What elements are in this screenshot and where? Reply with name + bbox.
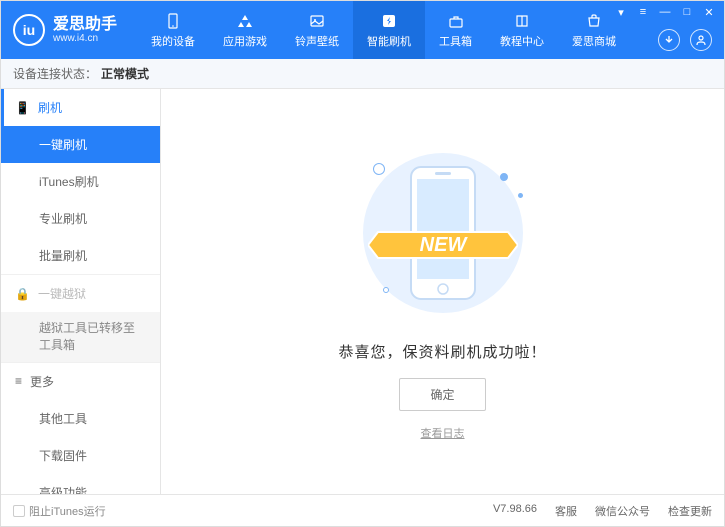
tab-ringtone-wallpaper[interactable]: 铃声壁纸 xyxy=(281,1,353,59)
close-icon[interactable]: ✕ xyxy=(702,5,716,19)
new-badge-icon: NEW xyxy=(368,222,518,268)
tab-tutorial[interactable]: 教程中心 xyxy=(486,1,558,59)
tab-toolbox[interactable]: 工具箱 xyxy=(425,1,486,59)
sidebar-item-itunes-flash[interactable]: iTunes刷机 xyxy=(1,163,160,200)
image-icon xyxy=(308,12,326,30)
logo-icon: iu xyxy=(13,14,45,46)
logo-area: iu 爱思助手 www.i4.cn xyxy=(13,14,117,46)
minimize-icon[interactable]: — xyxy=(658,5,672,19)
tab-my-device[interactable]: 我的设备 xyxy=(137,1,209,59)
confirm-button[interactable]: 确定 xyxy=(399,378,485,411)
bottom-bar: 阻止iTunes运行 V7.98.66 客服 微信公众号 检查更新 xyxy=(1,494,724,526)
flash-icon xyxy=(380,12,398,30)
sidebar: 📱 刷机 一键刷机 iTunes刷机 专业刷机 批量刷机 🔒 一键越狱 越狱工具… xyxy=(1,89,161,494)
status-bar: 设备连接状态： 正常模式 xyxy=(1,59,724,89)
sidebar-group-more[interactable]: ≡ 更多 xyxy=(1,363,160,400)
download-icon[interactable] xyxy=(658,29,680,51)
phone-small-icon: 📱 xyxy=(15,101,30,115)
toolbox-icon xyxy=(447,12,465,30)
apps-icon xyxy=(236,12,254,30)
app-url: www.i4.cn xyxy=(53,33,117,44)
status-label: 设备连接状态： xyxy=(13,65,97,82)
sidebar-item-other-tools[interactable]: 其他工具 xyxy=(1,400,160,437)
link-support[interactable]: 客服 xyxy=(555,503,577,519)
window-controls: ▾ ≡ — □ ✕ xyxy=(614,5,716,19)
link-check-update[interactable]: 检查更新 xyxy=(668,503,712,519)
success-illustration: NEW xyxy=(353,143,533,323)
success-message: 恭喜您，保资料刷机成功啦！ xyxy=(338,341,546,362)
maximize-icon[interactable]: □ xyxy=(680,5,694,19)
store-icon xyxy=(585,12,603,30)
link-wechat[interactable]: 微信公众号 xyxy=(595,503,650,519)
sidebar-group-jailbreak[interactable]: 🔒 一键越狱 xyxy=(1,275,160,312)
sidebar-jailbreak-note: 越狱工具已转移至工具箱 xyxy=(1,312,160,362)
phone-icon xyxy=(164,12,182,30)
tab-apps-games[interactable]: 应用游戏 xyxy=(209,1,281,59)
more-icon: ≡ xyxy=(15,374,22,388)
lock-icon: 🔒 xyxy=(15,287,30,301)
sidebar-item-pro-flash[interactable]: 专业刷机 xyxy=(1,200,160,237)
sidebar-group-flash[interactable]: 📱 刷机 xyxy=(1,89,160,126)
app-title: 爱思助手 xyxy=(53,16,117,34)
main-content: NEW 恭喜您，保资料刷机成功啦！ 确定 查看日志 xyxy=(161,89,724,494)
app-header: iu 爱思助手 www.i4.cn 我的设备 应用游戏 铃声壁纸 智能刷机 工具… xyxy=(1,1,724,59)
checkbox-icon xyxy=(13,505,25,517)
settings-icon[interactable]: ≡ xyxy=(636,5,650,19)
version-label: V7.98.66 xyxy=(493,503,537,519)
sidebar-item-batch-flash[interactable]: 批量刷机 xyxy=(1,237,160,274)
sidebar-item-download-firmware[interactable]: 下载固件 xyxy=(1,437,160,474)
tab-smart-flash[interactable]: 智能刷机 xyxy=(353,1,425,59)
status-value: 正常模式 xyxy=(101,65,149,82)
menu-icon[interactable]: ▾ xyxy=(614,5,628,19)
checkbox-block-itunes[interactable]: 阻止iTunes运行 xyxy=(13,503,106,519)
book-icon xyxy=(513,12,531,30)
svg-text:NEW: NEW xyxy=(419,234,468,256)
user-icon[interactable] xyxy=(690,29,712,51)
view-log-link[interactable]: 查看日志 xyxy=(421,425,465,441)
sidebar-item-advanced[interactable]: 高级功能 xyxy=(1,474,160,494)
sidebar-item-oneclick-flash[interactable]: 一键刷机 xyxy=(1,126,160,163)
nav-tabs: 我的设备 应用游戏 铃声壁纸 智能刷机 工具箱 教程中心 爱思商城 xyxy=(137,1,630,59)
